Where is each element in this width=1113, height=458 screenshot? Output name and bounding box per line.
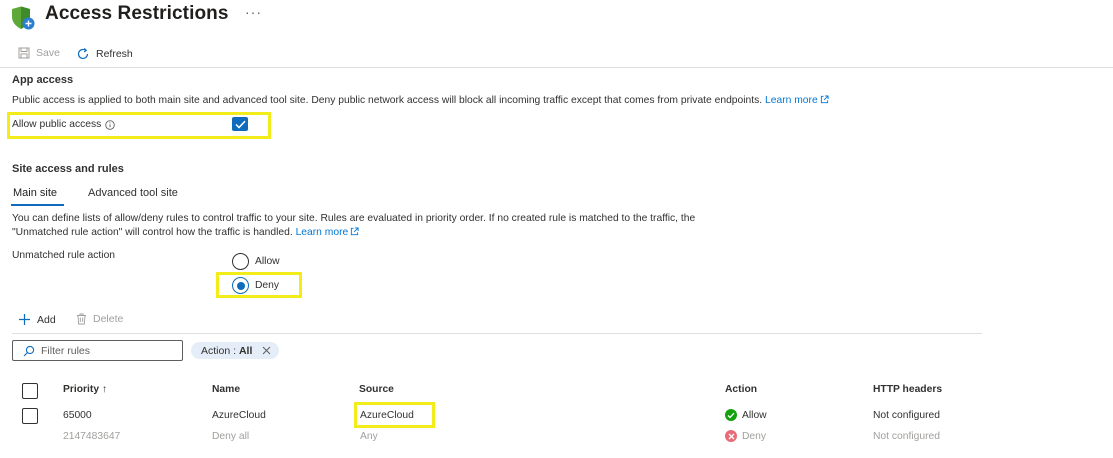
refresh-button[interactable]: Refresh [76, 47, 133, 61]
learn-more-text: Learn more [295, 226, 349, 238]
deny-x-icon [725, 430, 737, 442]
close-icon[interactable] [262, 346, 271, 355]
column-header-action[interactable]: Action [725, 384, 757, 395]
radio-deny[interactable]: Deny [232, 277, 279, 294]
filter-rules-box[interactable] [12, 340, 183, 361]
radio-allow[interactable]: Allow [232, 253, 280, 270]
site-access-heading: Site access and rules [12, 163, 124, 175]
table-row-http-headers: Not configured [873, 431, 940, 442]
radio-allow-circle[interactable] [232, 253, 249, 270]
action-deny-label: Deny [742, 430, 767, 442]
action-filter-key: Action : [201, 344, 239, 357]
external-link-icon [351, 226, 359, 235]
allow-check-icon [725, 409, 737, 421]
search-icon [23, 345, 35, 356]
learn-more-text: Learn more [765, 95, 818, 106]
tab-advanced-tool-site[interactable]: Advanced tool site [88, 187, 178, 199]
table-row-name: AzureCloud [212, 410, 266, 421]
save-button[interactable]: Save [18, 47, 60, 59]
checkmark-icon [234, 120, 246, 129]
table-row-name: Deny all [212, 431, 250, 442]
radio-allow-label: Allow [255, 256, 280, 267]
app-shield-icon [12, 6, 35, 30]
refresh-label: Refresh [96, 48, 133, 60]
action-filter-text: Action : All [201, 345, 252, 357]
delete-label: Delete [93, 313, 124, 325]
table-row-action: Allow [725, 409, 767, 421]
plus-icon [19, 314, 30, 325]
selected-tab-indicator [11, 204, 64, 206]
table-row-source: AzureCloud [360, 410, 414, 421]
action-filter-pill[interactable]: Action : All [191, 342, 280, 359]
table-row-source: Any [360, 431, 378, 442]
unmatched-rule-action-label: Unmatched rule action [12, 250, 116, 261]
page-title: Access Restrictions [45, 3, 229, 24]
allow-public-access-label: Allow public access [12, 119, 116, 130]
column-header-priority[interactable]: Priority ↑ [63, 384, 107, 395]
table-row-priority: 2147483647 [63, 431, 121, 442]
add-rule-button[interactable]: Add [18, 313, 56, 326]
filter-rules-input[interactable] [41, 344, 171, 357]
column-header-http-headers[interactable]: HTTP headers [873, 384, 942, 395]
more-options-button[interactable]: ··· [245, 4, 262, 20]
allow-public-access-text: Allow public access [12, 119, 102, 130]
radio-deny-label: Deny [255, 280, 280, 291]
refresh-icon [77, 48, 89, 60]
action-allow-label: Allow [742, 409, 767, 421]
tab-main-site[interactable]: Main site [13, 187, 57, 199]
save-icon [18, 47, 30, 59]
trash-icon [77, 313, 86, 325]
rules-toolbar-divider [12, 333, 982, 334]
info-icon[interactable] [105, 119, 116, 130]
external-link-icon [820, 95, 829, 104]
toolbar-divider [0, 67, 1113, 68]
table-row-priority: 65000 [63, 410, 92, 421]
app-access-learn-more-link[interactable]: Learn more [765, 95, 829, 106]
table-row-http-headers: Not configured [873, 410, 940, 421]
row-checkbox[interactable] [22, 408, 38, 424]
radio-deny-circle[interactable] [232, 277, 249, 294]
add-label: Add [37, 313, 56, 326]
column-header-name[interactable]: Name [212, 384, 240, 395]
select-all-checkbox[interactable] [22, 383, 38, 399]
action-filter-value: All [238, 344, 253, 357]
app-access-description-text: Public access is applied to both main si… [12, 95, 763, 106]
column-header-source[interactable]: Source [359, 384, 394, 395]
table-row-action: Deny [725, 430, 766, 442]
site-access-learn-more-link[interactable]: Learn more [296, 227, 360, 238]
site-access-description: You can define lists of allow/deny rules… [12, 212, 712, 239]
app-access-description: Public access is applied to both main si… [12, 94, 829, 108]
delete-rule-button[interactable]: Delete [76, 313, 123, 325]
allow-public-access-checkbox[interactable] [232, 117, 248, 131]
app-access-heading: App access [12, 74, 74, 86]
save-label: Save [36, 47, 60, 59]
